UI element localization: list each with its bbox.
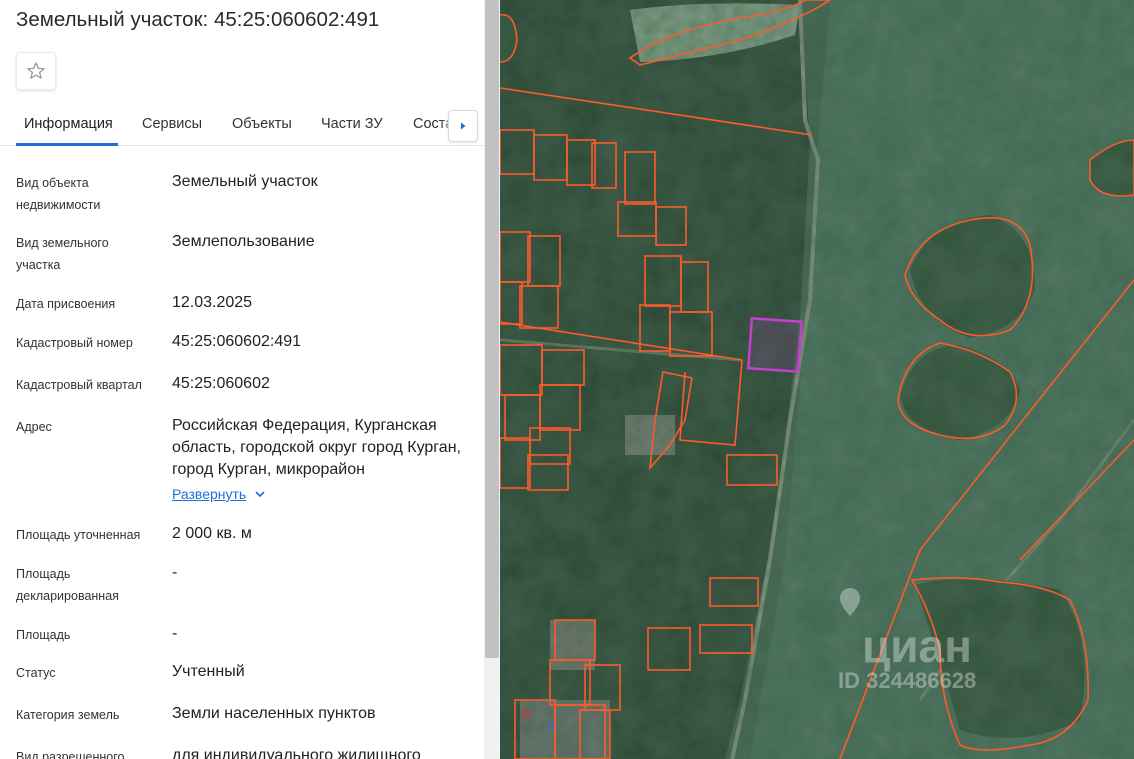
value-cadastral-number: 45:25:060602:491 (172, 333, 302, 350)
satellite-map[interactable]: циан ID 324486628 (500, 0, 1134, 759)
tab-bar: Информация Сервисы Объекты Части ЗУ Сост… (0, 104, 484, 146)
label-area-precise: Площадь уточненная (16, 528, 141, 542)
expand-label: Развернуть (172, 486, 247, 502)
tabs-scroll-right-button[interactable] (448, 110, 478, 142)
label-address: Адрес (16, 420, 52, 434)
label-object-type: Вид объекта недвижимости (16, 176, 101, 212)
tab-objects[interactable]: Объекты (232, 116, 292, 132)
tab-parts[interactable]: Части ЗУ (321, 116, 383, 132)
map-canvas: циан ID 324486628 (500, 0, 1134, 759)
star-outline-icon (27, 62, 45, 79)
value-object-type: Земельный участок (172, 173, 318, 190)
selected-parcel[interactable] (746, 316, 804, 374)
value-assigned-date: 12.03.2025 (172, 294, 253, 311)
label-area-declared: Площадь декларированная (16, 567, 119, 603)
label-land-category: Категория земель (16, 708, 120, 722)
chevron-right-icon (461, 122, 466, 130)
value-status: Учтенный (172, 663, 245, 680)
value-area-precise: 2 000 кв. м (172, 525, 252, 542)
value-area: - (172, 625, 178, 642)
chevron-down-icon (255, 491, 265, 498)
watermark-brand: циан (862, 620, 972, 672)
panel-scrollbar-thumb[interactable] (485, 0, 499, 658)
tab-services[interactable]: Сервисы (142, 116, 202, 132)
value-area-declared: - (172, 564, 178, 581)
watermark-id: ID 324486628 (838, 668, 976, 693)
value-land-type: Землепользование (172, 233, 315, 250)
value-permitted-use: для индивидуального жилищного (172, 747, 421, 759)
label-cadastral-number: Кадастровый номер (16, 336, 133, 350)
value-address: Российская Федерация, Курганская область… (172, 417, 461, 478)
label-permitted-use: Вид разрешенного (16, 750, 125, 759)
info-panel: Земельный участок: 45:25:060602:491 Инфо… (0, 0, 484, 759)
value-land-category: Земли населенных пунктов (172, 705, 376, 722)
label-area: Площадь (16, 628, 71, 642)
label-land-type: Вид земельного участка (16, 236, 109, 272)
label-status: Статус (16, 666, 56, 680)
expand-address-link[interactable]: Развернуть (172, 486, 266, 502)
value-cadastral-quarter: 45:25:060602 (172, 375, 270, 392)
active-tab-indicator (16, 143, 118, 146)
tab-info[interactable]: Информация (24, 116, 113, 132)
label-assigned-date: Дата присвоения (16, 297, 116, 311)
label-cadastral-quarter: Кадастровый квартал (16, 378, 142, 392)
favorite-button[interactable] (16, 52, 56, 90)
page-title: Земельный участок: 45:25:060602:491 (16, 8, 380, 31)
